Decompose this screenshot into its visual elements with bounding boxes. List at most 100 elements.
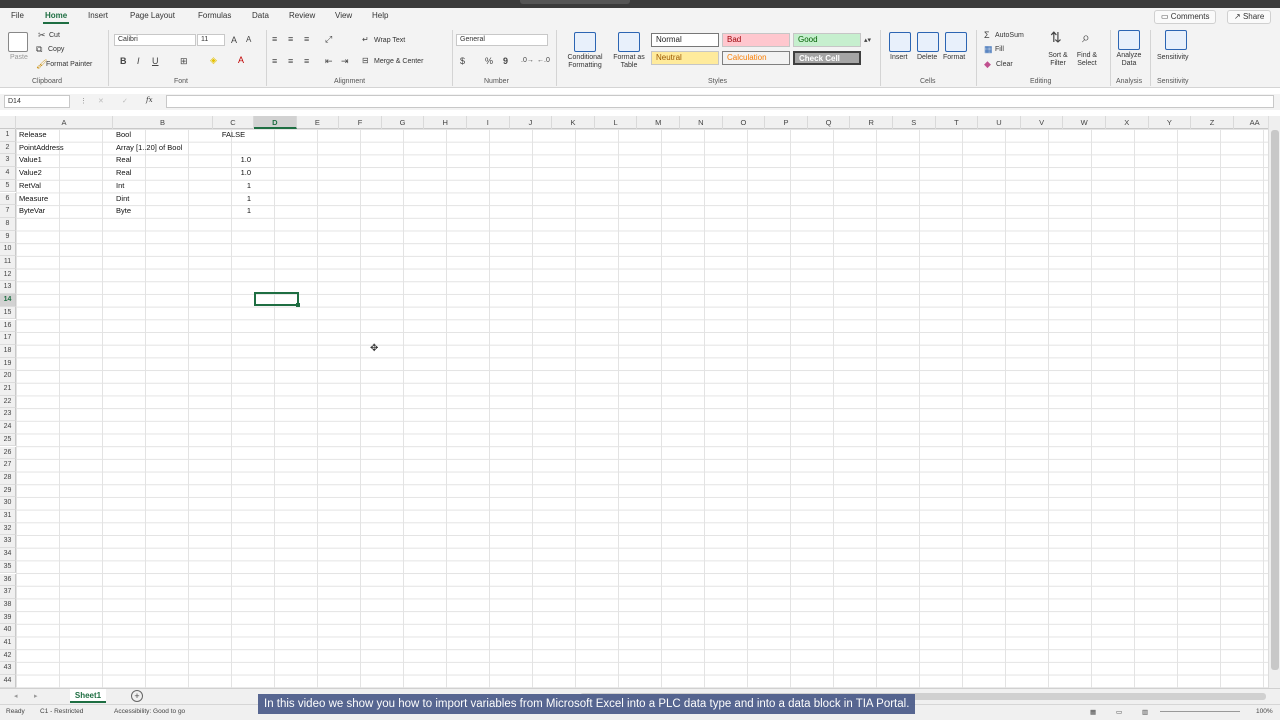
format-cells-icon[interactable] (945, 32, 967, 52)
share-button[interactable]: ↗ Share (1227, 10, 1272, 24)
bold-button[interactable]: B (120, 56, 127, 66)
decrease-font-icon[interactable]: A (246, 35, 251, 45)
row-header[interactable]: 5 (0, 179, 16, 193)
row-header[interactable]: 11 (0, 256, 16, 269)
borders-icon[interactable]: ⊞ (180, 56, 188, 66)
row-header[interactable]: 35 (0, 560, 16, 574)
copy-button[interactable]: Copy (48, 46, 64, 53)
row-header[interactable]: 1 (0, 129, 16, 142)
row-header[interactable]: 26 (0, 446, 16, 460)
cell[interactable]: FALSE (213, 129, 254, 142)
font-color-icon[interactable]: A (238, 55, 244, 65)
align-middle-icon[interactable]: ≡ (288, 34, 293, 44)
column-header[interactable]: Y (1149, 116, 1192, 129)
vertical-scrollbar[interactable] (1268, 116, 1280, 688)
row-header[interactable]: 36 (0, 573, 16, 587)
align-top-icon[interactable]: ≡ (272, 34, 277, 44)
conditional-formatting-icon[interactable] (574, 32, 596, 52)
sheet-tab[interactable]: Sheet1 (70, 689, 106, 703)
column-header[interactable]: X (1106, 116, 1149, 129)
align-center-icon[interactable]: ≡ (288, 56, 293, 66)
add-sheet-icon[interactable]: + (131, 690, 143, 702)
column-header[interactable]: E (297, 116, 340, 129)
column-header[interactable]: I (467, 116, 510, 129)
style-neutral[interactable]: Neutral (651, 51, 719, 65)
style-good[interactable]: Good (793, 33, 861, 47)
row-header[interactable]: 9 (0, 230, 16, 244)
row-header[interactable]: 27 (0, 459, 16, 472)
delete-cells-button[interactable]: Delete (917, 54, 937, 61)
cell[interactable] (213, 142, 254, 155)
row-header[interactable]: 6 (0, 192, 16, 206)
italic-button[interactable]: I (137, 56, 140, 66)
conditional-formatting-button[interactable]: Conditional Formatting (562, 54, 608, 70)
cell[interactable]: Measure (16, 193, 113, 206)
insert-function-button[interactable]: fx (146, 96, 153, 104)
column-header[interactable]: N (680, 116, 723, 129)
tab-help[interactable]: Help (372, 11, 388, 20)
comments-button[interactable]: ▭ Comments (1154, 10, 1217, 24)
row-header[interactable]: 29 (0, 484, 16, 498)
title-search-box[interactable] (520, 0, 630, 4)
row-header[interactable]: 10 (0, 243, 16, 256)
format-as-table-button[interactable]: Format as Table (610, 54, 648, 70)
tab-file[interactable]: File (11, 11, 24, 20)
underline-button[interactable]: U (152, 56, 159, 66)
format-as-table-icon[interactable] (618, 32, 640, 52)
cell[interactable]: Real (113, 167, 213, 180)
autosum-button[interactable]: AutoSum (995, 32, 1024, 39)
clear-button[interactable]: Clear (996, 61, 1013, 68)
row-header[interactable]: 30 (0, 497, 16, 510)
cell[interactable]: 1 (213, 193, 254, 206)
tab-view[interactable]: View (335, 11, 352, 20)
insert-cells-button[interactable]: Insert (890, 54, 908, 61)
wrap-text-button[interactable]: Wrap Text (374, 37, 405, 44)
insert-cells-icon[interactable] (889, 32, 911, 52)
active-cell[interactable] (254, 292, 300, 307)
row-header[interactable]: 8 (0, 217, 16, 231)
align-bottom-icon[interactable]: ≡ (304, 34, 309, 44)
column-header[interactable]: T (936, 116, 979, 129)
analyze-data-icon[interactable] (1118, 30, 1140, 50)
cell[interactable]: Release (16, 129, 113, 142)
column-header[interactable]: O (723, 116, 766, 129)
cell[interactable]: Dint (113, 193, 213, 206)
row-header[interactable]: 18 (0, 344, 16, 358)
number-format-dropdown[interactable]: General (456, 34, 548, 46)
cancel-icon[interactable]: ✕ (98, 97, 104, 105)
sensitivity-icon[interactable] (1165, 30, 1187, 50)
select-all-corner[interactable] (0, 116, 16, 129)
row-header[interactable]: 13 (0, 281, 16, 295)
tab-data[interactable]: Data (252, 11, 269, 20)
row-header[interactable]: 15 (0, 306, 16, 320)
merge-center-button[interactable]: Merge & Center (374, 58, 423, 65)
row-header[interactable]: 40 (0, 624, 16, 637)
row-header[interactable]: 2 (0, 141, 16, 155)
paste-button[interactable]: Paste (10, 54, 28, 61)
page-break-view-icon[interactable]: ▥ (1142, 708, 1148, 716)
column-header[interactable]: M (637, 116, 680, 129)
increase-decimal-icon[interactable]: .0→ (521, 56, 534, 66)
accessibility-status[interactable]: Accessibility: Good to go (114, 708, 185, 715)
row-header[interactable]: 42 (0, 649, 16, 663)
cell[interactable]: 1.0 (213, 154, 254, 167)
column-header[interactable]: K (552, 116, 595, 129)
column-header[interactable]: V (1021, 116, 1064, 129)
row-header[interactable]: 17 (0, 332, 16, 345)
column-header[interactable]: R (850, 116, 893, 129)
column-header[interactable]: D (254, 116, 297, 129)
column-header[interactable]: Z (1191, 116, 1234, 129)
row-header[interactable]: 39 (0, 611, 16, 625)
style-calculation[interactable]: Calculation (722, 51, 790, 65)
tab-page-layout[interactable]: Page Layout (130, 11, 175, 20)
column-header[interactable]: L (595, 116, 638, 129)
row-header[interactable]: 19 (0, 357, 16, 371)
row-header[interactable]: 32 (0, 522, 16, 536)
decrease-decimal-icon[interactable]: ←.0 (537, 56, 550, 66)
row-header[interactable]: 43 (0, 662, 16, 676)
tab-home[interactable]: Home (42, 11, 70, 24)
orientation-icon[interactable]: ⤢ (325, 34, 332, 44)
row-header[interactable]: 14 (0, 294, 16, 307)
column-header[interactable]: W (1063, 116, 1106, 129)
fill-color-icon[interactable]: ◈ (210, 55, 217, 65)
